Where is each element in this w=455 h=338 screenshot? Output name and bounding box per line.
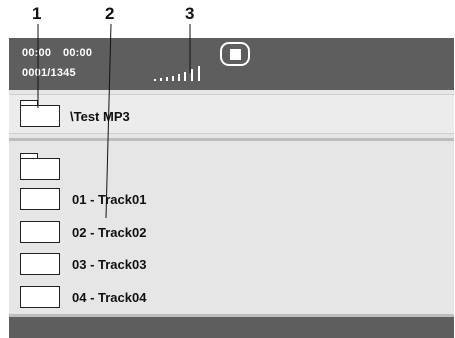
track-label: 04 - Track04 xyxy=(72,290,147,305)
signal-bar xyxy=(160,78,162,81)
signal-strength-icon xyxy=(154,65,214,81)
signal-bar xyxy=(154,79,156,81)
callout-number-2: 2 xyxy=(105,4,115,23)
stop-square xyxy=(230,49,241,60)
list-item[interactable]: 02 - Track02 xyxy=(20,221,400,243)
folder-tab xyxy=(19,153,38,158)
total-time: 00:00 xyxy=(63,47,93,59)
list-item[interactable]: 03 - Track03 xyxy=(20,253,400,275)
callout-number-1: 1 xyxy=(32,4,42,23)
signal-bar xyxy=(198,66,200,81)
signal-bar xyxy=(172,76,174,81)
file-icon xyxy=(20,221,60,243)
bottom-bar xyxy=(9,314,454,338)
manual-figure: 1 2 3 00:00 00:00 0001/1345 \Test MP3 01… xyxy=(0,0,455,338)
list-item[interactable]: 01 - Track01 xyxy=(20,188,400,210)
signal-bar xyxy=(166,77,168,81)
status-bar: 00:00 00:00 0001/1345 xyxy=(9,38,454,90)
track-label: 03 - Track03 xyxy=(72,257,147,272)
elapsed-time: 00:00 xyxy=(22,47,52,59)
track-label: 01 - Track01 xyxy=(72,192,147,207)
player-screen: 00:00 00:00 0001/1345 \Test MP3 01 - Tra… xyxy=(9,38,454,338)
parent-folder-icon[interactable] xyxy=(19,153,60,180)
file-icon xyxy=(20,253,60,275)
directory-path: \Test MP3 xyxy=(70,109,130,124)
track-counter: 0001/1345 xyxy=(22,67,76,79)
signal-bar xyxy=(178,74,180,81)
stop-icon xyxy=(220,42,250,66)
directory-bar: \Test MP3 xyxy=(9,94,454,134)
callout-number-3: 3 xyxy=(185,4,195,23)
signal-bar xyxy=(184,72,186,81)
signal-bar xyxy=(191,69,193,81)
file-icon xyxy=(20,188,60,210)
folder-tab xyxy=(19,100,38,105)
file-icon xyxy=(20,286,60,308)
list-item[interactable]: 04 - Track04 xyxy=(20,286,400,308)
track-label: 02 - Track02 xyxy=(72,225,147,240)
folder-icon xyxy=(19,100,60,127)
divider xyxy=(9,138,454,141)
